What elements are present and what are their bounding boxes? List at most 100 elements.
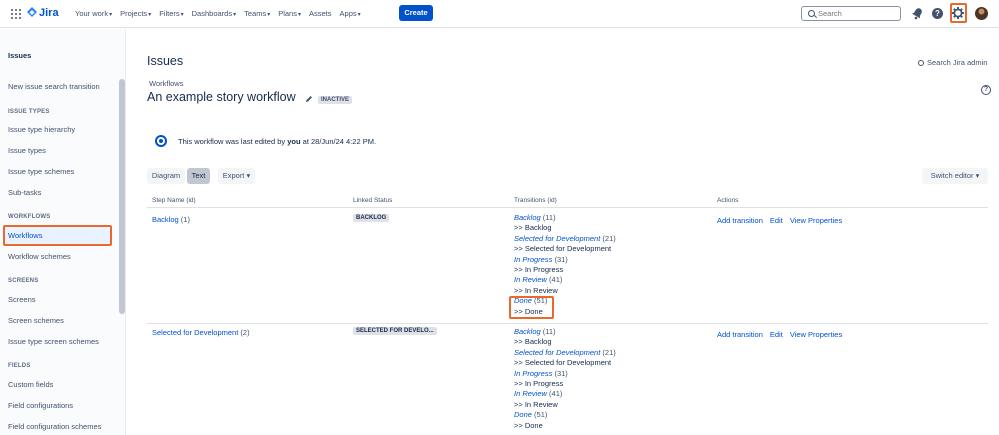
transition-link[interactable]: Done: [514, 410, 532, 419]
transition-link[interactable]: In Review: [514, 275, 547, 284]
info-user: you: [287, 137, 301, 146]
info-suffix: at 28/Jun/24 4:22 PM.: [300, 137, 377, 146]
transition-link[interactable]: Backlog: [514, 213, 541, 222]
sidebar-heading-screens: SCREENS: [8, 278, 39, 284]
transition-link[interactable]: Selected for Development: [514, 234, 600, 243]
sidebar-item-workflow-schemes[interactable]: Workflow schemes: [8, 252, 71, 261]
view-properties-link[interactable]: View Properties: [790, 330, 842, 339]
nav-teams[interactable]: Teams▾: [244, 9, 270, 18]
nav-label: Filters: [159, 9, 180, 18]
breadcrumb[interactable]: Workflows: [149, 79, 183, 88]
transition-id: (41): [549, 389, 563, 399]
help-icon[interactable]: ?: [932, 8, 943, 19]
chevron-down-icon: ▾: [148, 12, 152, 18]
table-row-step-name[interactable]: Selected for Development (2): [152, 328, 250, 337]
transition-item: In Progress (31): [514, 255, 616, 265]
column-header-actions: Actions: [717, 197, 739, 204]
transition-id: (21): [602, 347, 616, 357]
transition-item: Selected for Development (21): [514, 348, 616, 358]
nav-label: Apps: [339, 9, 357, 18]
sidebar-item-issue-types[interactable]: Issue types: [8, 146, 46, 155]
notifications-icon[interactable]: [911, 7, 924, 20]
sidebar-item-field-configurations[interactable]: Field configurations: [8, 401, 73, 410]
transition-link[interactable]: Backlog: [514, 327, 541, 336]
create-button[interactable]: Create: [399, 5, 433, 21]
search-jira-admin-link[interactable]: Search Jira admin: [918, 58, 987, 67]
text-button[interactable]: Text: [187, 168, 210, 184]
chevron-down-icon: ▾: [267, 12, 271, 18]
admin-search-label: Search Jira admin: [927, 58, 988, 67]
nav-filters[interactable]: Filters▾: [159, 9, 183, 18]
transition-link[interactable]: Selected for Development: [514, 348, 600, 357]
table-header-divider: [147, 207, 988, 208]
column-header-transitions: Transitions (id): [514, 197, 557, 204]
sidebar-item-issue-type-schemes[interactable]: Issue type schemes: [8, 167, 74, 176]
sidebar-heading-workflows: WORKFLOWS: [8, 214, 51, 220]
top-navigation: Jira Your work▾ Projects▾ Filters▾ Dashb…: [0, 0, 999, 28]
transition-id: (31): [554, 368, 568, 378]
transition-link[interactable]: In Review: [514, 389, 547, 398]
help-icon[interactable]: ?: [981, 85, 991, 95]
transition-link[interactable]: In Progress: [514, 369, 552, 378]
transition-id: (31): [554, 254, 568, 264]
sidebar-title: Issues: [8, 51, 32, 60]
export-button[interactable]: Export ▾: [218, 168, 255, 184]
step-name-link[interactable]: Backlog: [152, 215, 179, 224]
sidebar-item-issue-type-screen-schemes[interactable]: Issue type screen schemes: [8, 337, 99, 346]
diagram-button[interactable]: Diagram: [147, 168, 185, 184]
nav-apps[interactable]: Apps▾: [340, 9, 361, 18]
edit-link[interactable]: Edit: [770, 216, 783, 225]
nav-plans[interactable]: Plans▾: [278, 9, 301, 18]
add-transition-link[interactable]: Add transition: [717, 330, 763, 339]
chevron-down-icon: ▾: [246, 171, 251, 180]
search-input[interactable]: [818, 8, 898, 19]
row-actions: Add transition Edit View Properties: [717, 330, 849, 339]
pencil-icon[interactable]: [305, 95, 313, 103]
transition-link[interactable]: In Progress: [514, 255, 552, 264]
gear-icon[interactable]: [952, 7, 964, 19]
transition-item: Backlog (11): [514, 327, 616, 337]
sidebar: Issues New issue search transition ISSUE…: [0, 29, 126, 435]
chevron-down-icon: ▾: [180, 12, 184, 18]
sidebar-item-field-configuration-schemes[interactable]: Field configuration schemes: [8, 422, 101, 431]
transition-target: >> Selected for Development: [514, 244, 612, 254]
switch-editor-button[interactable]: Switch editor ▾: [922, 168, 988, 184]
add-transition-link[interactable]: Add transition: [717, 216, 763, 225]
chevron-down-icon: ▾: [975, 171, 980, 180]
sidebar-item-sub-tasks[interactable]: Sub-tasks: [8, 188, 41, 197]
sidebar-item-screen-schemes[interactable]: Screen schemes: [8, 316, 64, 325]
view-properties-link[interactable]: View Properties: [790, 216, 842, 225]
transition-item: Backlog (11): [514, 213, 616, 223]
step-id: (2): [240, 328, 250, 337]
sidebar-item-new-issue-search-transition[interactable]: New issue search transition: [8, 82, 100, 91]
jira-logo[interactable]: Jira: [27, 7, 59, 19]
column-header-linked-status: Linked Status: [353, 197, 393, 204]
done-transition-highlight-box: [509, 296, 554, 319]
transition-item: In Review (41): [514, 389, 616, 399]
workflow-title: An example story workflow: [147, 90, 296, 104]
nav-label: Projects: [120, 9, 148, 18]
sidebar-item-custom-fields[interactable]: Custom fields: [8, 380, 53, 389]
sidebar-item-issue-type-hierarchy[interactable]: Issue type hierarchy: [8, 125, 75, 134]
linked-status-lozenge: SELECTED FOR DEVELO...: [353, 327, 437, 335]
nav-assets[interactable]: Assets: [309, 9, 332, 18]
avatar[interactable]: [975, 7, 988, 20]
sidebar-item-workflows[interactable]: Workflows: [3, 225, 112, 246]
transition-target: >> Backlog: [514, 337, 552, 347]
nav-projects[interactable]: Projects▾: [120, 9, 151, 18]
edit-link[interactable]: Edit: [770, 330, 783, 339]
app-switcher-icon[interactable]: [11, 9, 21, 19]
linked-status-lozenge: BACKLOG: [353, 214, 390, 222]
transition-target: >> Backlog: [514, 223, 552, 233]
sidebar-scrollbar[interactable]: [119, 79, 125, 314]
global-search[interactable]: [801, 6, 901, 21]
transition-target: >> In Review: [514, 285, 558, 295]
sidebar-heading-issue-types: ISSUE TYPES: [8, 109, 50, 115]
sidebar-item-screens[interactable]: Screens: [8, 295, 36, 304]
step-name-link[interactable]: Selected for Development: [152, 328, 238, 337]
transition-target: >> In Progress: [514, 265, 564, 275]
workflow-status-lozenge: INACTIVE: [318, 96, 353, 104]
table-row-step-name[interactable]: Backlog (1): [152, 215, 190, 224]
nav-dashboards[interactable]: Dashboards▾: [192, 9, 236, 18]
nav-your-work[interactable]: Your work▾: [75, 9, 112, 18]
